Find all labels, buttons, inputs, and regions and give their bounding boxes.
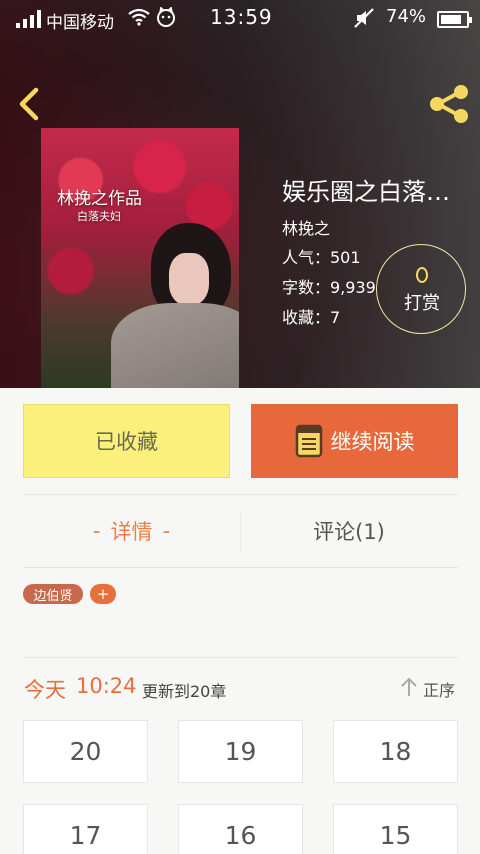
tag-item[interactable]: 边伯贤 — [23, 584, 83, 604]
coin-icon — [416, 267, 428, 283]
divider — [23, 567, 458, 568]
chapter-button[interactable]: 20 — [23, 720, 148, 783]
cat-icon — [157, 7, 175, 27]
arrow-up-icon — [401, 677, 417, 696]
signal-icon — [16, 10, 41, 28]
update-text: 更新到20章 — [142, 682, 227, 701]
continue-reading-button[interactable]: 继续阅读 — [251, 404, 458, 478]
chapter-button[interactable]: 17 — [23, 804, 148, 854]
book-header: 中国移动 13:59 74% 林挽之作品 白落夫妇 娱乐圈之白落… 林挽之 人气… — [0, 0, 480, 388]
tab-details[interactable]: - 详情 - — [23, 498, 240, 564]
battery-icon — [437, 11, 472, 28]
mute-icon — [354, 8, 374, 28]
popularity-count: 人气：501 — [282, 248, 361, 267]
book-author[interactable]: 林挽之 — [282, 215, 330, 239]
chapter-button[interactable]: 16 — [178, 804, 303, 854]
book-icon — [295, 424, 322, 458]
word-count: 字数：9,939 — [282, 278, 376, 297]
add-tag-button[interactable]: + — [90, 584, 116, 604]
collected-button[interactable]: 已收藏 — [23, 404, 230, 478]
battery-percentage: 74% — [386, 6, 427, 27]
book-title: 娱乐圈之白落… — [282, 178, 450, 206]
share-icon[interactable] — [428, 84, 470, 124]
continue-reading-label: 继续阅读 — [330, 430, 415, 454]
chevron-left-icon[interactable] — [14, 84, 46, 124]
book-cover[interactable]: 林挽之作品 白落夫妇 — [41, 128, 239, 388]
clock: 13:59 — [210, 5, 273, 29]
divider — [23, 657, 458, 658]
update-time: 10:24 — [76, 674, 137, 698]
chapter-button[interactable]: 19 — [178, 720, 303, 783]
carrier-name: 中国移动 — [46, 13, 114, 33]
favorites-count: 收藏：7 — [282, 308, 341, 327]
cover-sub-line: 白落夫妇 — [77, 210, 121, 223]
collected-label: 已收藏 — [95, 430, 158, 454]
tab-details-label: 详情 — [110, 520, 153, 544]
cover-author-line: 林挽之作品 — [57, 189, 142, 209]
sort-order-button[interactable]: 正序 — [398, 676, 462, 700]
status-bar: 中国移动 13:59 74% — [0, 0, 480, 38]
chapter-button[interactable]: 18 — [333, 720, 458, 783]
tip-label: 打赏 — [404, 293, 440, 314]
sort-order-label: 正序 — [423, 681, 456, 700]
wifi-icon — [128, 8, 150, 26]
chapter-button[interactable]: 15 — [333, 804, 458, 854]
tip-button[interactable]: 打赏 — [376, 244, 466, 334]
tab-comments[interactable]: 评论(1) — [240, 498, 458, 564]
update-day: 今天 — [24, 678, 66, 702]
divider — [23, 494, 458, 495]
tab-comments-label: 评论(1) — [313, 520, 385, 544]
